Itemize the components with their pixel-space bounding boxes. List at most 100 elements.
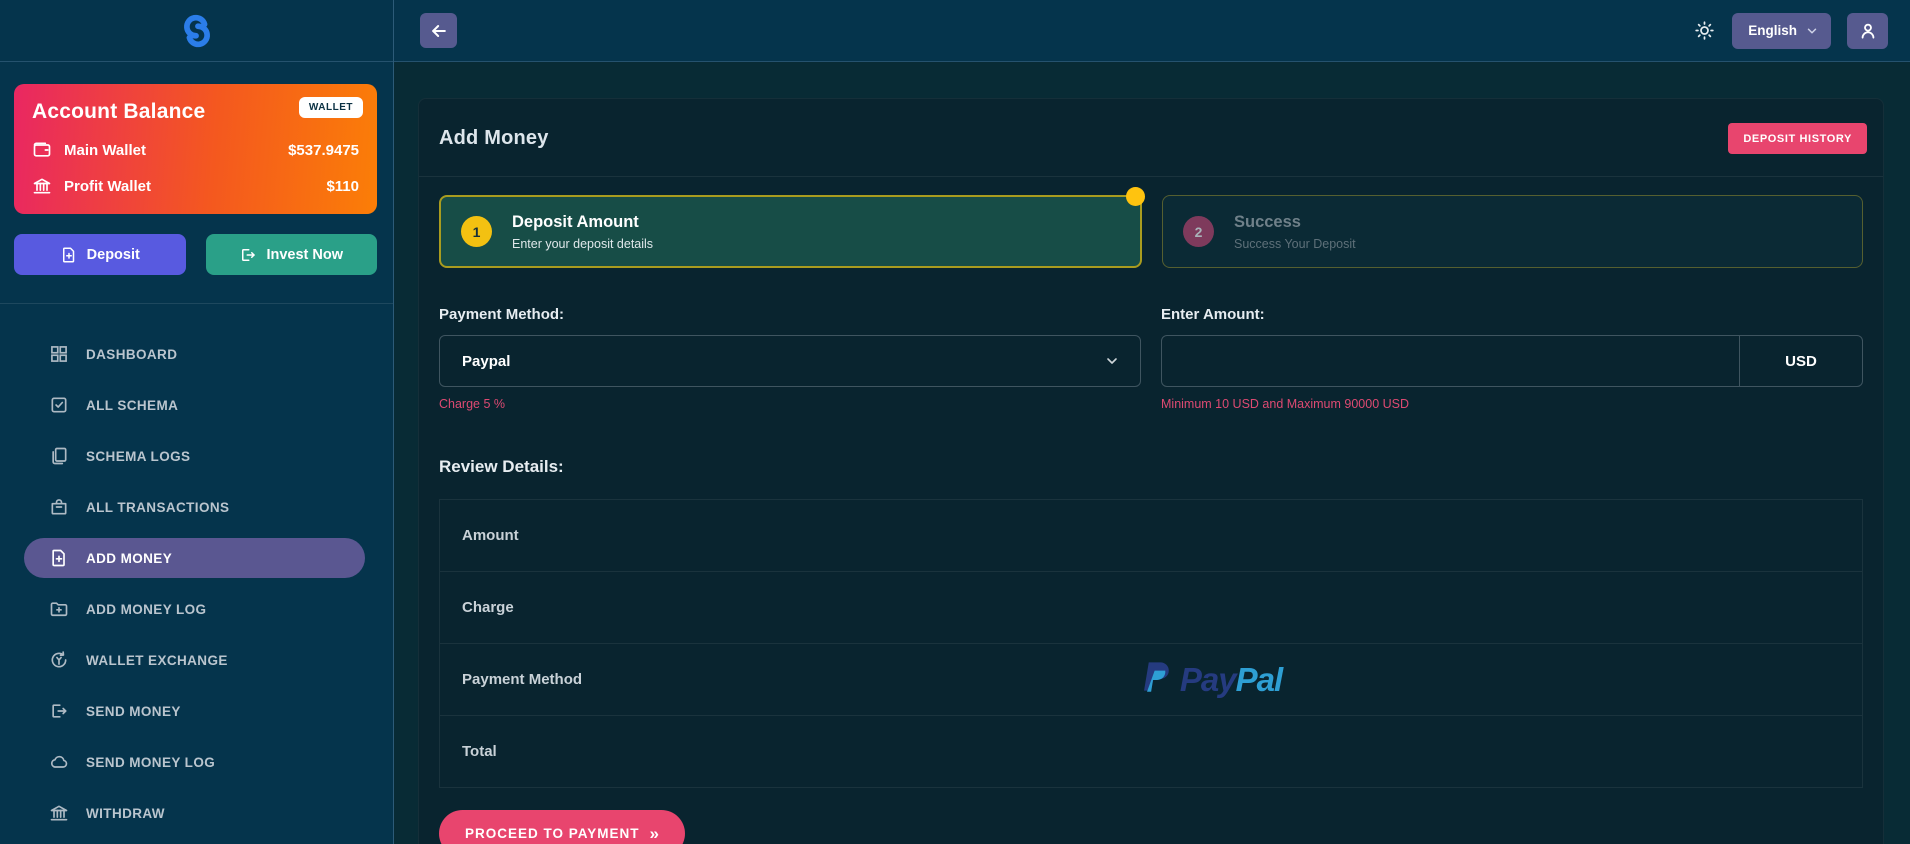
step-deposit-amount[interactable]: 1 Deposit Amount Enter your deposit deta… xyxy=(439,195,1142,268)
chevron-down-icon xyxy=(1805,24,1819,38)
review-row-label: Charge xyxy=(462,599,514,616)
step-number-badge: 1 xyxy=(461,216,492,247)
step-subtitle: Enter your deposit details xyxy=(512,237,653,251)
proceed-to-payment-button[interactable]: PROCEED TO PAYMENT » xyxy=(439,810,685,844)
deposit-history-button[interactable]: DEPOSIT HISTORY xyxy=(1728,123,1867,154)
double-chevron-icon: » xyxy=(650,824,659,844)
review-row-label: Payment Method xyxy=(462,671,582,688)
deposit-button[interactable]: Deposit xyxy=(14,234,186,275)
sidebar-item-label: ADD MONEY LOG xyxy=(86,602,206,617)
payment-method-field: Payment Method: Paypal Charge 5 % xyxy=(439,306,1141,411)
step-number-badge: 2 xyxy=(1183,216,1214,247)
payment-method-value: Paypal xyxy=(462,353,510,370)
folder-plus-icon xyxy=(49,599,69,619)
profit-wallet-value: $110 xyxy=(326,178,359,195)
step-title: Deposit Amount xyxy=(512,213,653,232)
deposit-form: Payment Method: Paypal Charge 5 % Enter … xyxy=(439,306,1863,411)
deposit-button-label: Deposit xyxy=(87,247,140,263)
sidebar-actions: Deposit Invest Now xyxy=(14,234,377,275)
bag-icon xyxy=(49,497,69,517)
payment-method-brand: PayPal xyxy=(582,660,1840,700)
cloud-icon xyxy=(49,752,69,772)
invest-now-button-label: Invest Now xyxy=(266,247,343,263)
sidebar-item-label: WITHDRAW xyxy=(86,806,165,821)
currency-addon: USD xyxy=(1739,336,1862,386)
sidebar-item-label: ADD MONEY xyxy=(86,551,172,566)
review-table: Amount Charge Payment Method xyxy=(439,499,1863,788)
topbar-controls: English xyxy=(1692,13,1888,49)
amount-field: Enter Amount: USD Minimum 10 USD and Max… xyxy=(1161,306,1863,411)
language-selector[interactable]: English xyxy=(1732,13,1831,49)
account-balance-card: Account Balance WALLET Main Wallet $537.… xyxy=(14,84,377,214)
bank-icon xyxy=(49,803,69,823)
paypal-wordmark: PayPal xyxy=(1180,661,1282,699)
sidebar-item-label: DASHBOARD xyxy=(86,347,177,362)
sidebar-item-wallet-exchange[interactable]: WALLET EXCHANGE xyxy=(24,640,365,680)
payment-method-label: Payment Method: xyxy=(439,306,1141,323)
sidebar-item-label: SCHEMA LOGS xyxy=(86,449,190,464)
sidebar-item-add-money-log[interactable]: ADD MONEY LOG xyxy=(24,589,365,629)
exchange-icon xyxy=(49,650,69,670)
sidebar-nav: DASHBOARD ALL SCHEMA SCHEMA LOGS ALL TRA… xyxy=(24,334,365,844)
bank-icon xyxy=(32,176,52,196)
sun-icon xyxy=(1694,20,1715,41)
amount-input[interactable] xyxy=(1162,336,1739,386)
table-row: Payment Method PayPal xyxy=(440,644,1862,716)
profit-wallet-label: Profit Wallet xyxy=(64,178,151,195)
card-header: Add Money DEPOSIT HISTORY xyxy=(419,99,1883,177)
add-money-card: Add Money DEPOSIT HISTORY 1 Deposit Amou… xyxy=(418,98,1884,844)
table-row: Charge xyxy=(440,572,1862,644)
grid-icon xyxy=(49,344,69,364)
review-row-label: Amount xyxy=(462,527,519,544)
charge-note: Charge 5 % xyxy=(439,397,1141,411)
file-plus-icon xyxy=(49,548,69,568)
wallet-badge: WALLET xyxy=(299,97,363,118)
sidebar-item-label: ALL SCHEMA xyxy=(86,398,178,413)
sidebar-item-dashboard[interactable]: DASHBOARD xyxy=(24,334,365,374)
table-row: Amount xyxy=(440,500,1862,572)
box-arrow-icon xyxy=(239,246,257,264)
sidebar-item-label: WALLET EXCHANGE xyxy=(86,653,228,668)
sidebar-divider xyxy=(0,303,393,304)
theme-toggle-button[interactable] xyxy=(1692,19,1716,43)
language-label: English xyxy=(1748,23,1797,38)
profit-wallet-row: Profit Wallet $110 xyxy=(32,176,359,196)
amount-limit-note: Minimum 10 USD and Maximum 90000 USD xyxy=(1161,397,1863,411)
logo[interactable] xyxy=(0,0,393,62)
sidebar-item-label: ALL TRANSACTIONS xyxy=(86,500,229,515)
sidebar: Account Balance WALLET Main Wallet $537.… xyxy=(0,0,394,844)
arrow-left-icon xyxy=(429,21,449,41)
box-arrow-icon xyxy=(49,701,69,721)
sidebar-item-all-schema[interactable]: ALL SCHEMA xyxy=(24,385,365,425)
table-row: Total xyxy=(440,716,1862,788)
main-wallet-value: $537.9475 xyxy=(288,142,359,159)
step-title: Success xyxy=(1234,213,1356,232)
sidebar-item-schema-logs[interactable]: SCHEMA LOGS xyxy=(24,436,365,476)
main-area: English Add Money DEPOSIT HISTORY xyxy=(394,0,1910,844)
sidebar-item-withdraw[interactable]: WITHDRAW xyxy=(24,793,365,833)
review-details-title: Review Details: xyxy=(439,457,1863,477)
copy-icon xyxy=(49,446,69,466)
person-icon xyxy=(1858,21,1878,41)
sidebar-item-send-money[interactable]: SEND MONEY xyxy=(24,691,365,731)
invest-now-button[interactable]: Invest Now xyxy=(206,234,378,275)
main-wallet-row: Main Wallet $537.9475 xyxy=(32,140,359,160)
sidebar-item-label: SEND MONEY xyxy=(86,704,181,719)
chevron-down-icon xyxy=(1104,353,1120,369)
checkbox-icon xyxy=(49,395,69,415)
card-body: 1 Deposit Amount Enter your deposit deta… xyxy=(419,177,1883,844)
review-row-label: Total xyxy=(462,743,497,760)
sidebar-item-add-money[interactable]: ADD MONEY xyxy=(24,538,365,578)
main-wallet-label: Main Wallet xyxy=(64,142,146,159)
topbar: English xyxy=(394,0,1910,62)
app-root: Account Balance WALLET Main Wallet $537.… xyxy=(0,0,1910,844)
back-button[interactable] xyxy=(420,13,457,48)
sidebar-item-all-transactions[interactable]: ALL TRANSACTIONS xyxy=(24,487,365,527)
content: Add Money DEPOSIT HISTORY 1 Deposit Amou… xyxy=(394,62,1910,844)
payment-method-select[interactable]: Paypal xyxy=(439,335,1141,387)
sidebar-item-send-money-log[interactable]: SEND MONEY LOG xyxy=(24,742,365,782)
proceed-label: PROCEED TO PAYMENT xyxy=(465,826,640,841)
profile-button[interactable] xyxy=(1847,13,1888,49)
amount-label: Enter Amount: xyxy=(1161,306,1863,323)
active-step-dot xyxy=(1126,187,1145,206)
